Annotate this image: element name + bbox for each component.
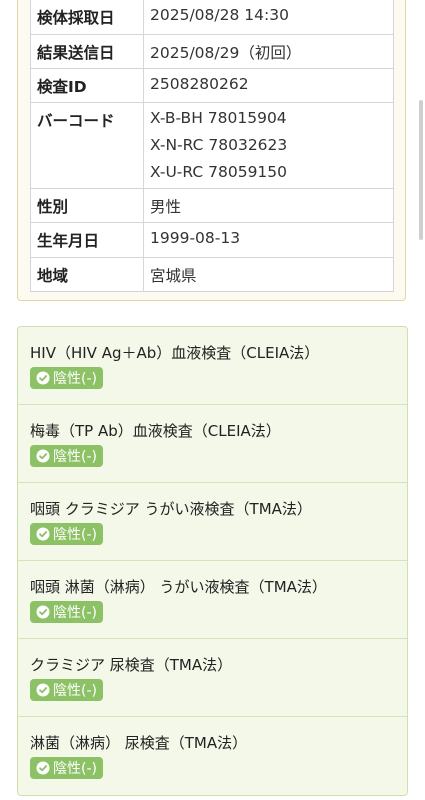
info-row-test-id: 検査ID 2508280262 [30, 68, 394, 103]
info-label: 検査ID [30, 68, 144, 103]
test-name: HIV（HIV Ag＋Ab）血液検査（CLEIA法） [30, 344, 320, 362]
info-row-sex: 性別 男性 [30, 188, 394, 223]
check-circle-icon [36, 605, 50, 619]
info-value: 2025/08/28 14:30 [143, 0, 394, 35]
info-label: 結果送信日 [30, 34, 144, 69]
info-value: 1999-08-13 [143, 222, 394, 258]
info-value: 宮城県 [143, 257, 394, 292]
test-name: 淋菌（淋病） 尿検査（TMA法） [30, 734, 248, 752]
result-item: HIV（HIV Ag＋Ab）血液検査（CLEIA法） 陰性(-) [18, 327, 407, 405]
info-row-birthdate: 生年月日 1999-08-13 [30, 222, 394, 258]
test-name: 咽頭 クラミジア うがい液検査（TMA法） [30, 500, 312, 518]
info-row-collection-date: 検体採取日 2025/08/28 14:30 [30, 0, 394, 35]
test-name: 咽頭 淋菌（淋病） うがい液検査（TMA法） [30, 578, 327, 596]
info-value: 2025/08/29（初回） [143, 34, 394, 69]
status-label: 陰性(-) [53, 683, 97, 699]
specimen-info-table: 検体採取日 2025/08/28 14:30 結果送信日 2025/08/29（… [30, 0, 394, 292]
info-label: 性別 [30, 188, 144, 223]
result-item: 淋菌（淋病） 尿検査（TMA法） 陰性(-) [18, 717, 407, 795]
info-value: 男性 [143, 188, 394, 223]
check-circle-icon [36, 761, 50, 775]
check-circle-icon [36, 449, 50, 463]
barcode-value: X-N-RC 78032623 [150, 136, 288, 154]
test-results-list: HIV（HIV Ag＋Ab）血液検査（CLEIA法） 陰性(-) 梅毒（TP A… [17, 326, 408, 796]
info-label: バーコード [30, 102, 144, 189]
scrollbar[interactable] [419, 100, 423, 240]
status-label: 陰性(-) [53, 605, 97, 621]
check-circle-icon [36, 683, 50, 697]
info-row-region: 地域 宮城県 [30, 257, 394, 292]
status-badge: 陰性(-) [30, 523, 103, 545]
check-circle-icon [36, 371, 50, 385]
status-badge: 陰性(-) [30, 445, 103, 467]
info-label: 地域 [30, 257, 144, 292]
result-item: 咽頭 淋菌（淋病） うがい液検査（TMA法） 陰性(-) [18, 561, 407, 639]
info-row-barcode: バーコード X-B-BH 78015904 X-N-RC 78032623 X-… [30, 102, 394, 189]
barcode-value: X-B-BH 78015904 [150, 109, 287, 127]
status-label: 陰性(-) [53, 371, 97, 387]
info-value: 2508280262 [143, 68, 394, 103]
info-label: 生年月日 [30, 222, 144, 258]
barcode-values: X-B-BH 78015904 X-N-RC 78032623 X-U-RC 7… [143, 102, 394, 189]
status-badge: 陰性(-) [30, 367, 103, 389]
status-label: 陰性(-) [53, 527, 97, 543]
info-label: 検体採取日 [30, 0, 144, 35]
specimen-info-card: 検体採取日 2025/08/28 14:30 結果送信日 2025/08/29（… [17, 0, 406, 301]
test-name: クラミジア 尿検査（TMA法） [30, 656, 233, 674]
result-item: クラミジア 尿検査（TMA法） 陰性(-) [18, 639, 407, 717]
info-row-result-date: 結果送信日 2025/08/29（初回） [30, 34, 394, 69]
status-badge: 陰性(-) [30, 601, 103, 623]
barcode-value: X-U-RC 78059150 [150, 163, 288, 181]
status-label: 陰性(-) [53, 449, 97, 465]
status-label: 陰性(-) [53, 761, 97, 777]
test-name: 梅毒（TP Ab）血液検査（CLEIA法） [30, 422, 281, 440]
result-item: 咽頭 クラミジア うがい液検査（TMA法） 陰性(-) [18, 483, 407, 561]
check-circle-icon [36, 527, 50, 541]
result-item: 梅毒（TP Ab）血液検査（CLEIA法） 陰性(-) [18, 405, 407, 483]
status-badge: 陰性(-) [30, 679, 103, 701]
status-badge: 陰性(-) [30, 757, 103, 779]
